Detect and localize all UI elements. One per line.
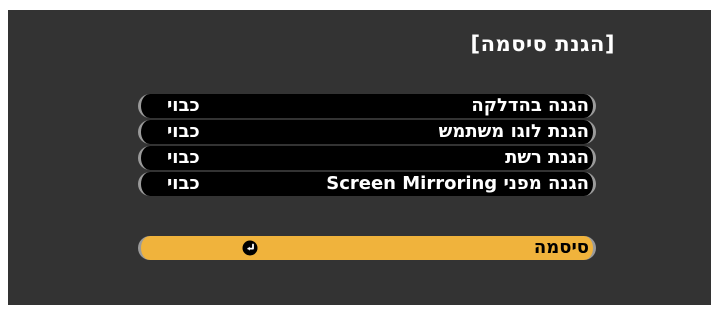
menu-item-value: כבוי — [167, 147, 200, 168]
menu-item-value: כבוי — [167, 95, 200, 116]
settings-menu: הגנה בהדלקה כבוי הגנת לוגו משתמש כבוי הג… — [138, 94, 596, 198]
projector-menu-screen: [הגנת סיסמה] הגנה בהדלקה כבוי הגנת לוגו … — [8, 10, 711, 305]
password-button[interactable]: סיסמה — [138, 236, 596, 260]
menu-item-label: הגנת רשת — [505, 147, 589, 168]
menu-item-value: כבוי — [167, 121, 200, 142]
menu-item-value: כבוי — [167, 173, 200, 194]
page-title: [הגנת סיסמה] — [470, 32, 615, 56]
menu-item-user-logo-protection[interactable]: הגנת לוגו משתמש כבוי — [138, 120, 596, 144]
menu-item-label: הגנה בהדלקה — [471, 95, 589, 116]
menu-item-screen-mirroring-protection[interactable]: הגנה מפני Screen Mirroring כבוי — [138, 172, 596, 196]
menu-item-power-on-protection[interactable]: הגנה בהדלקה כבוי — [138, 94, 596, 118]
enter-icon — [242, 240, 258, 256]
password-label: סיסמה — [533, 237, 589, 258]
menu-item-network-protection[interactable]: הגנת רשת כבוי — [138, 146, 596, 170]
menu-item-label: הגנה מפני Screen Mirroring — [326, 173, 589, 194]
menu-item-label: הגנת לוגו משתמש — [438, 121, 589, 142]
